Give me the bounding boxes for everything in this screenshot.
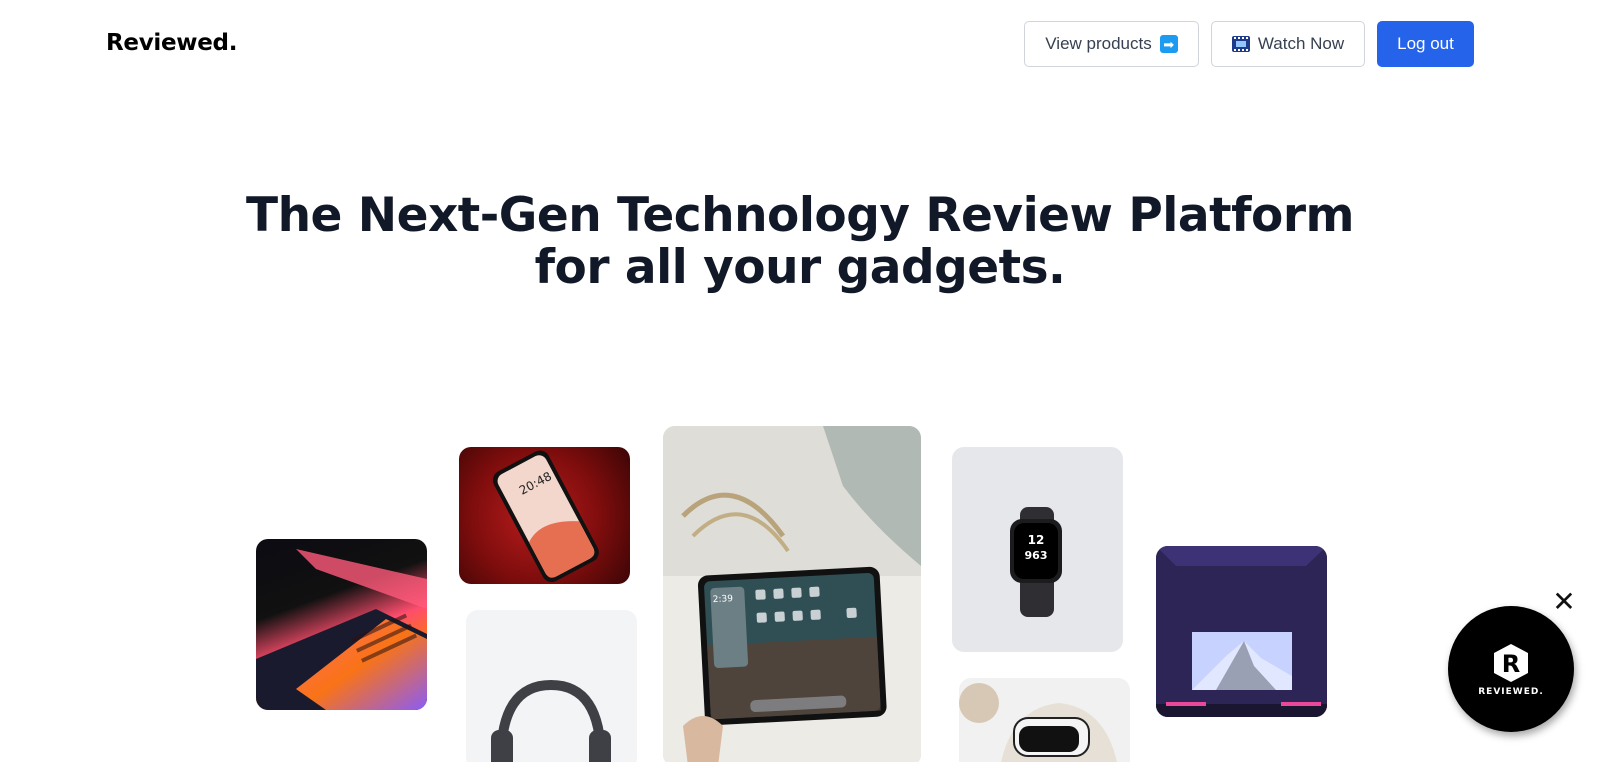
view-products-button[interactable]: View products ➡ <box>1024 21 1199 67</box>
smartphone-image: 20:48 <box>459 447 630 584</box>
badge-label: REVIEWED. <box>1478 686 1544 697</box>
headphones-image <box>466 610 637 762</box>
logo[interactable]: Reviewed. <box>106 30 237 56</box>
watch-now-label: Watch Now <box>1257 34 1345 53</box>
logout-button[interactable]: Log out <box>1377 21 1474 67</box>
svg-text:2:39: 2:39 <box>712 594 733 605</box>
headline-line-1: The Next-Gen Technology Review Platform <box>246 188 1354 243</box>
smartwatch-image: 12 963 <box>952 447 1123 652</box>
svg-text:963: 963 <box>1025 549 1048 562</box>
reviewed-logo-icon: R <box>1494 643 1528 682</box>
watch-now-button[interactable]: Watch Now <box>1211 21 1365 67</box>
header: Reviewed. View products ➡ Watch Now Log … <box>0 0 1600 90</box>
tablet-image: 2:39 <box>663 426 921 762</box>
svg-text:12: 12 <box>1028 533 1045 547</box>
film-frames-icon <box>1231 36 1250 52</box>
close-icon[interactable]: ✕ <box>1550 588 1578 616</box>
television-image <box>1156 546 1327 717</box>
headline-line-2: for all your gadgets. <box>534 240 1066 295</box>
reviewed-badge[interactable]: R REVIEWED. <box>1448 606 1574 732</box>
svg-text:R: R <box>1502 650 1520 678</box>
view-products-label: View products <box>1045 34 1152 53</box>
right-arrow-icon: ➡ <box>1159 35 1178 53</box>
laptop-image <box>256 539 427 710</box>
vr-headset-image <box>959 678 1130 762</box>
hero-headline: The Next-Gen Technology Review Platform … <box>200 190 1400 294</box>
